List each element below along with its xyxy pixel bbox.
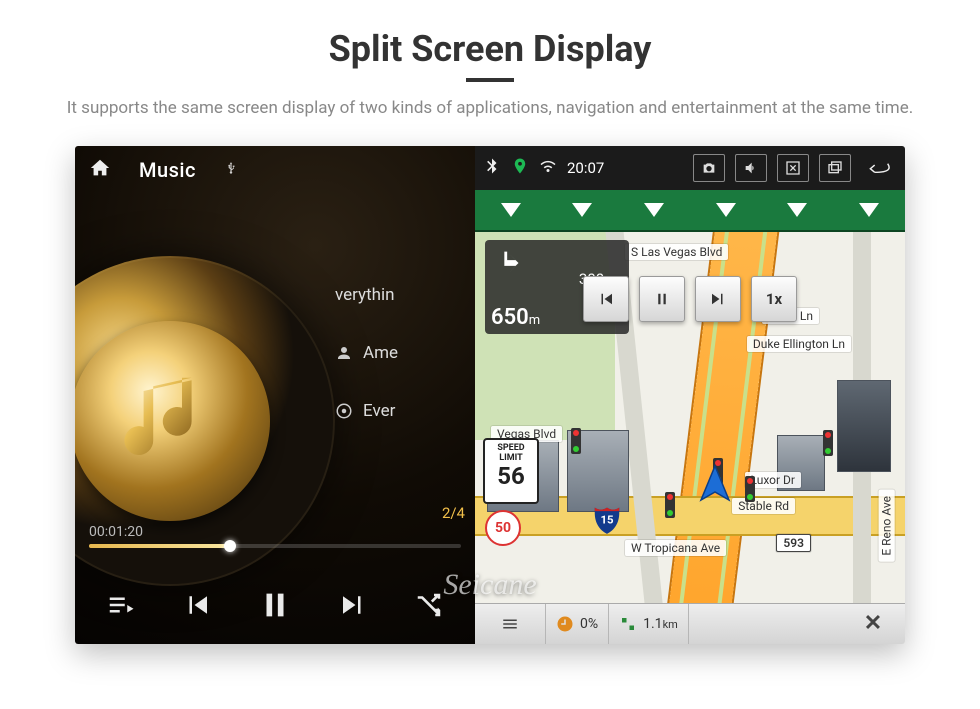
sim-next-button[interactable]	[695, 276, 741, 322]
lane-arrow-icon	[859, 203, 879, 217]
street-number-label: 593	[776, 534, 811, 552]
progress-thumb[interactable]	[224, 540, 236, 552]
eta-progress[interactable]: 0%	[546, 604, 609, 644]
record-icon	[335, 402, 353, 420]
street-label: Duke Ellington Ln	[747, 336, 851, 352]
lane-arrow-icon	[572, 203, 592, 217]
lane-arrow-icon	[644, 203, 664, 217]
vehicle-cursor-icon	[693, 462, 737, 510]
status-bar: 20:07	[475, 146, 905, 190]
eta-value: 0%	[580, 616, 598, 632]
bluetooth-icon	[483, 157, 501, 179]
lane-arrow-icon	[501, 203, 521, 217]
music-title: Music	[139, 158, 196, 182]
page-subtitle: It supports the same screen display of t…	[60, 96, 920, 122]
back-button[interactable]	[861, 158, 897, 178]
close-app-button[interactable]	[777, 154, 809, 182]
speed-limit-sign: SPEEDLIMIT 56	[483, 438, 539, 504]
track-label: Ever	[363, 401, 395, 421]
gps-icon	[511, 157, 529, 179]
navigation-pane: 20:07	[475, 146, 905, 644]
pause-button[interactable]	[258, 588, 292, 626]
usb-icon	[224, 161, 238, 179]
recent-apps-button[interactable]	[819, 154, 851, 182]
music-pane: Music	[75, 146, 475, 644]
speed-limit-label: SPEEDLIMIT	[485, 443, 537, 463]
music-note-icon	[110, 358, 230, 478]
street-label: Stable Rd	[732, 498, 795, 514]
lane-guidance-bar	[475, 190, 905, 232]
turn-left-icon	[493, 265, 527, 284]
track-row[interactable]: verythin	[335, 266, 475, 324]
current-speed-sign: 50	[485, 510, 521, 546]
page-title: Split Screen Display	[0, 28, 980, 70]
track-row[interactable]: Ame	[335, 324, 475, 382]
street-label: W Tropicana Ave	[625, 540, 726, 556]
lane-arrow-icon	[716, 203, 736, 217]
distance-value: 1.1km	[643, 616, 678, 632]
traffic-light-icon	[745, 476, 755, 502]
lane-arrow-icon	[787, 203, 807, 217]
nav-close-button[interactable]: ✕	[841, 604, 905, 644]
remaining-distance: 650m	[491, 305, 540, 330]
clock-time: 20:07	[567, 159, 604, 177]
track-label: Ame	[363, 343, 398, 363]
street-label: E Reno Ave	[879, 490, 895, 562]
street-label: S Las Vegas Blvd	[625, 244, 728, 260]
screenshot-button[interactable]	[693, 154, 725, 182]
track-row[interactable]: Ever	[335, 382, 475, 440]
home-icon[interactable]	[89, 157, 111, 183]
progress-area: 00:01:20	[89, 524, 461, 548]
wifi-icon	[539, 157, 557, 179]
simulation-controls: 1x	[583, 276, 797, 322]
track-list: verythin Ame Ever	[335, 266, 475, 440]
traffic-light-icon	[571, 428, 581, 454]
building-icon	[837, 380, 891, 472]
title-underline	[466, 78, 514, 82]
svg-text:15: 15	[600, 512, 614, 526]
sim-prev-button[interactable]	[583, 276, 629, 322]
prev-track-button[interactable]	[182, 590, 212, 624]
music-header: Music	[75, 146, 475, 194]
music-controls	[75, 570, 475, 644]
speed-limit-value: 56	[485, 463, 537, 489]
track-counter: 2/4	[442, 504, 465, 522]
elapsed-time: 00:01:20	[89, 524, 461, 540]
artist-icon	[335, 344, 353, 362]
traffic-light-icon	[665, 492, 675, 518]
traffic-light-icon	[823, 430, 833, 456]
sim-speed-button[interactable]: 1x	[751, 276, 797, 322]
distance-to-dest[interactable]: 1.1km	[609, 604, 689, 644]
nav-menu-button[interactable]	[475, 604, 546, 644]
nav-bottom-bar: 0% 1.1km ✕	[475, 603, 905, 644]
track-label: verythin	[335, 285, 395, 305]
next-track-button[interactable]	[338, 590, 368, 624]
sim-pause-button[interactable]	[639, 276, 685, 322]
progress-fill	[89, 544, 230, 548]
playlist-button[interactable]	[106, 590, 136, 624]
interstate-shield-icon: 15	[593, 504, 621, 534]
progress-bar[interactable]	[89, 544, 461, 548]
device-frame: Music	[75, 146, 905, 644]
shuffle-button[interactable]	[414, 590, 444, 624]
volume-button[interactable]	[735, 154, 767, 182]
